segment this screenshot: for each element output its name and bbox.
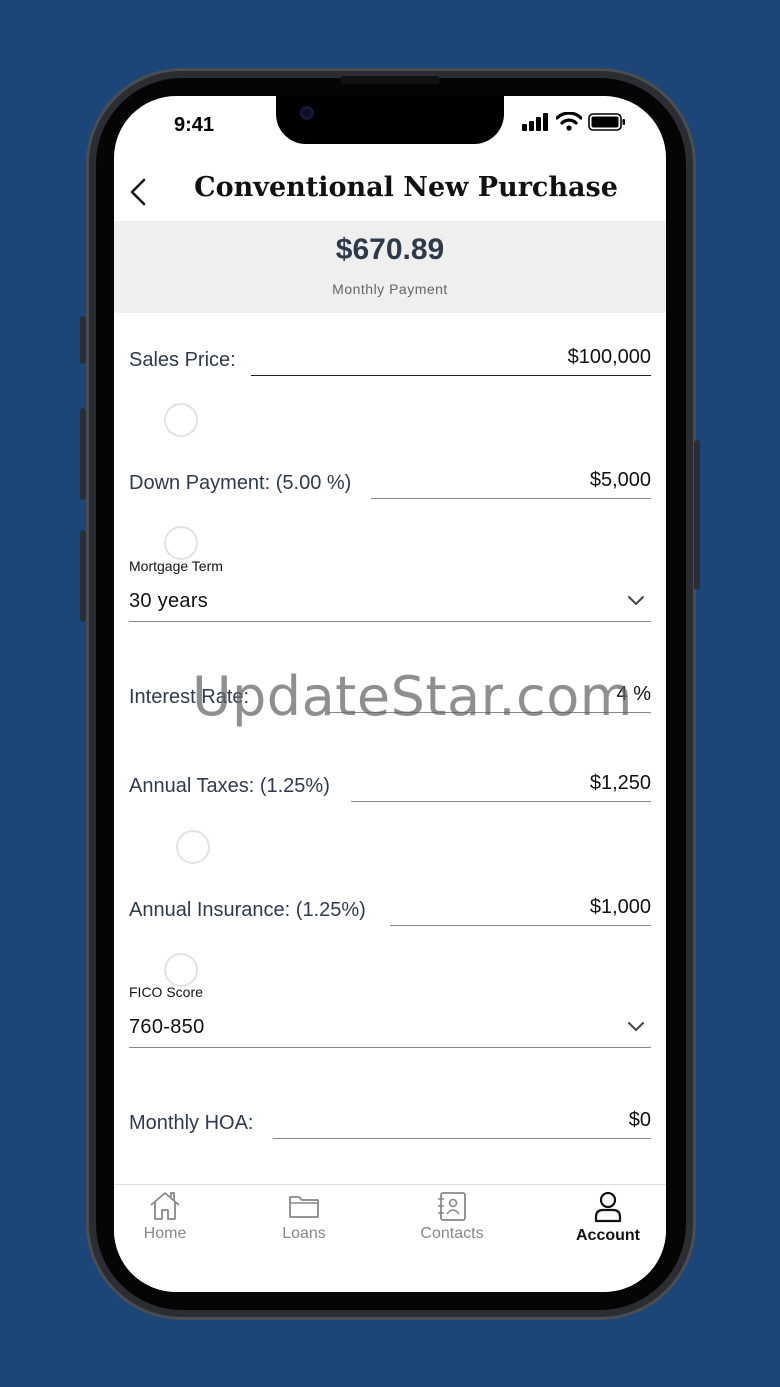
tab-contacts[interactable]: Contacts	[397, 1191, 507, 1243]
chevron-down-icon	[628, 596, 644, 606]
bottom-tab-bar: Home Loans Contacts Account	[114, 1184, 666, 1292]
battery-icon	[588, 112, 625, 131]
sales-price-value: $100,000	[567, 346, 651, 368]
down-payment-input[interactable]: $5,000	[371, 465, 651, 499]
signal-icon	[522, 112, 548, 131]
sales-price-row: Sales Price: $100,000	[129, 336, 651, 376]
annual-insurance-slider-handle[interactable]	[164, 953, 198, 987]
annual-taxes-label: Annual Taxes: (1.25%)	[129, 775, 330, 797]
tab-account[interactable]: Account	[553, 1191, 663, 1245]
fico-score-caption: FICO Score	[129, 984, 203, 1000]
wifi-icon	[556, 112, 582, 131]
mute-switch	[80, 316, 86, 364]
payment-summary: $670.89 Monthly Payment	[114, 221, 666, 313]
annual-taxes-row: Annual Taxes: (1.25%) $1,250	[129, 762, 651, 802]
annual-insurance-row: Annual Insurance: (1.25%) $1,000	[129, 886, 651, 926]
monthly-hoa-value: $0	[628, 1109, 651, 1131]
notch	[276, 96, 504, 144]
mortgage-term-value: 30 years	[129, 590, 209, 612]
monthly-payment-label: Monthly Payment	[332, 281, 448, 297]
camera-icon	[300, 106, 314, 120]
tab-contacts-label: Contacts	[420, 1225, 484, 1242]
sales-price-input[interactable]: $100,000	[251, 342, 651, 376]
volume-down-button	[80, 530, 86, 622]
annual-taxes-value: $1,250	[589, 772, 651, 794]
fico-score-select[interactable]: FICO Score 760-850	[129, 984, 651, 1048]
home-icon	[150, 1192, 180, 1220]
monthly-payment-amount: $670.89	[335, 233, 445, 266]
monthly-hoa-label: Monthly HOA:	[129, 1112, 254, 1134]
annual-insurance-label: Annual Insurance: (1.25%)	[129, 899, 366, 921]
down-payment-row: Down Payment: (5.00 %) $5,000	[129, 459, 651, 499]
power-button	[694, 440, 700, 590]
tab-loans[interactable]: Loans	[249, 1191, 359, 1243]
sales-price-slider-handle[interactable]	[164, 403, 198, 437]
down-payment-slider-handle[interactable]	[164, 526, 198, 560]
volume-up-button	[80, 408, 86, 500]
tab-account-label: Account	[576, 1227, 640, 1244]
annual-insurance-input[interactable]: $1,000	[390, 892, 651, 926]
page-title: Conventional New Purchase	[194, 172, 618, 203]
monthly-hoa-input[interactable]: $0	[273, 1105, 651, 1139]
tab-loans-label: Loans	[282, 1225, 326, 1242]
annual-taxes-input[interactable]: $1,250	[351, 768, 651, 802]
watermark-text: UpdateStar.com	[192, 665, 633, 728]
status-icons	[522, 112, 626, 131]
annual-insurance-value: $1,000	[589, 896, 651, 918]
folder-icon	[289, 1196, 319, 1218]
chevron-down-icon	[628, 1022, 644, 1032]
down-payment-value: $5,000	[589, 469, 651, 491]
down-payment-label: Down Payment: (5.00 %)	[129, 472, 352, 494]
person-icon	[594, 1191, 622, 1223]
mortgage-term-select[interactable]: Mortgage Term 30 years	[129, 558, 651, 622]
sales-price-label: Sales Price:	[129, 349, 236, 371]
earpiece	[340, 76, 440, 84]
fico-score-value: 760-850	[129, 1016, 205, 1038]
mortgage-term-caption: Mortgage Term	[129, 558, 223, 574]
status-time: 9:41	[174, 114, 215, 136]
tab-home-label: Home	[143, 1225, 187, 1242]
contacts-icon	[438, 1192, 466, 1221]
monthly-hoa-row: Monthly HOA: $0	[129, 1099, 651, 1139]
tab-home[interactable]: Home	[114, 1191, 220, 1243]
annual-taxes-slider-handle[interactable]	[176, 830, 210, 864]
